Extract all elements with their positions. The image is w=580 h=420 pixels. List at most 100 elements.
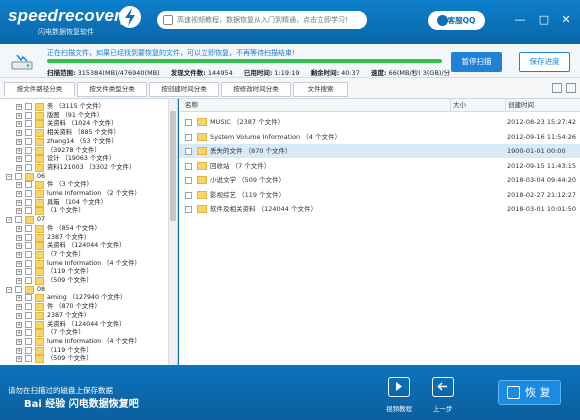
column-created[interactable]: 创建时间	[505, 99, 534, 112]
tree-checkbox[interactable]	[15, 216, 22, 224]
tree-checkbox[interactable]	[25, 259, 32, 267]
column-name[interactable]: 名称	[179, 99, 198, 112]
tree-checkbox[interactable]	[25, 111, 32, 119]
tree-checkbox[interactable]	[25, 146, 32, 154]
speed-value: 66(MB/秒) 3(GB)/分	[388, 69, 451, 77]
file-row[interactable]: 回收站 （7 个文件） 2012-09-15 11:43:15	[179, 159, 580, 173]
expand-toggle-icon[interactable]: +	[16, 347, 22, 354]
expand-toggle-icon[interactable]: −	[6, 286, 12, 293]
expand-toggle-icon[interactable]: +	[16, 147, 22, 154]
tree-checkbox[interactable]	[25, 129, 32, 137]
expand-toggle-icon[interactable]: +	[16, 191, 22, 197]
tree-checkbox[interactable]	[25, 207, 32, 215]
customer-service-qq-button[interactable]: 客服QQ	[428, 11, 485, 30]
expand-toggle-icon[interactable]: +	[16, 356, 22, 363]
file-row[interactable]: System Volume Information （4 个文件） 2012-09…	[179, 130, 580, 144]
restore-button[interactable]: 恢 复	[498, 380, 561, 405]
tree-checkbox[interactable]	[25, 198, 32, 206]
expand-toggle-icon[interactable]: +	[16, 138, 22, 145]
expand-toggle-icon[interactable]: +	[16, 112, 22, 119]
tree-scrollbar-thumb[interactable]	[170, 111, 176, 221]
expand-toggle-icon[interactable]: +	[16, 304, 22, 311]
expand-toggle-icon[interactable]: +	[16, 260, 22, 267]
expand-toggle-icon[interactable]: +	[16, 182, 22, 189]
icon-view-icon[interactable]	[552, 83, 562, 93]
tree-checkbox[interactable]	[25, 277, 32, 284]
tree-checkbox[interactable]	[25, 303, 32, 311]
file-checkbox[interactable]	[185, 119, 192, 126]
expand-toggle-icon[interactable]: +	[16, 164, 22, 171]
file-checkbox[interactable]	[185, 191, 192, 199]
tab-by-created-time[interactable]: 按创建时间分类	[149, 82, 219, 97]
save-progress-button[interactable]: 保存进度	[519, 52, 570, 72]
file-checkbox[interactable]	[185, 177, 192, 184]
maximize-button[interactable]: □	[538, 14, 550, 25]
tree-checkbox[interactable]	[25, 346, 32, 354]
expand-toggle-icon[interactable]: −	[6, 217, 12, 224]
expand-toggle-icon[interactable]: +	[16, 104, 22, 110]
tree-checkbox[interactable]	[25, 233, 32, 241]
file-checkbox[interactable]	[185, 162, 192, 170]
close-button[interactable]: ✕	[560, 14, 572, 25]
tree-checkbox[interactable]	[25, 355, 32, 363]
tree-checkbox[interactable]	[25, 294, 32, 302]
expand-toggle-icon[interactable]: +	[16, 121, 22, 128]
tree-checkbox[interactable]	[15, 172, 22, 180]
tree-checkbox[interactable]	[25, 190, 32, 197]
tab-by-modified-time[interactable]: 按修改时间分类	[221, 82, 291, 97]
tree-checkbox[interactable]	[25, 181, 32, 189]
file-checkbox[interactable]	[185, 148, 192, 155]
tree-checkbox[interactable]	[25, 268, 32, 276]
file-row[interactable]: 丢失的文件 （870 个文件） 1900-01-01 00:00	[179, 144, 580, 158]
expand-toggle-icon[interactable]: +	[16, 130, 22, 137]
tree-checkbox[interactable]	[25, 320, 32, 328]
folder-icon	[197, 132, 207, 141]
column-size[interactable]: 大小	[450, 99, 466, 112]
expand-toggle-icon[interactable]: +	[16, 312, 22, 319]
expand-toggle-icon[interactable]: +	[16, 269, 22, 276]
tab-by-path[interactable]: 按文件路径分类	[4, 82, 75, 97]
tree-checkbox[interactable]	[25, 163, 32, 171]
file-checkbox[interactable]	[185, 206, 192, 213]
expand-toggle-icon[interactable]: +	[16, 234, 22, 241]
tree-checkbox[interactable]	[25, 103, 32, 110]
list-view-icon[interactable]	[566, 83, 576, 93]
expand-toggle-icon[interactable]: +	[16, 330, 22, 337]
expand-toggle-icon[interactable]: +	[16, 199, 22, 206]
file-row[interactable]: 影视综艺 （119 个文件） 2018-02-27 21:12:27	[179, 188, 580, 202]
tree-checkbox[interactable]	[25, 224, 32, 232]
tree-checkbox[interactable]	[25, 242, 32, 250]
file-row[interactable]: 小说文学 （509 个文件） 2018-03-04 09:44:20	[179, 173, 580, 187]
video-tutorial-button[interactable]	[388, 377, 410, 397]
expand-toggle-icon[interactable]: +	[16, 338, 22, 345]
tree-checkbox[interactable]	[25, 337, 32, 345]
tree-checkbox[interactable]	[25, 120, 32, 128]
pause-scan-button[interactable]: 暂停扫描	[451, 52, 502, 72]
tree-checkbox[interactable]	[25, 137, 32, 145]
expand-toggle-icon[interactable]: +	[16, 278, 22, 284]
tree-checkbox[interactable]	[15, 285, 22, 293]
expand-toggle-icon[interactable]: +	[16, 156, 22, 163]
tree-scrollbar[interactable]	[168, 99, 177, 365]
file-row[interactable]: 软件及相关资料 （124044 个文件） 2018-03-01 10:01:50	[179, 202, 580, 216]
tree-row[interactable]: + （509 个文件）	[0, 354, 168, 364]
back-button[interactable]	[432, 377, 454, 397]
expand-toggle-icon[interactable]: +	[16, 208, 22, 215]
tab-file-search[interactable]: 文件搜索	[293, 82, 348, 97]
tree-checkbox[interactable]	[25, 155, 32, 163]
tree-checkbox[interactable]	[25, 250, 32, 258]
file-checkbox[interactable]	[185, 133, 192, 141]
expand-toggle-icon[interactable]: +	[16, 321, 22, 328]
tree-checkbox[interactable]	[25, 311, 32, 319]
expand-toggle-icon[interactable]: +	[16, 225, 22, 232]
expand-toggle-icon[interactable]: +	[16, 295, 22, 302]
expand-toggle-icon[interactable]: +	[16, 251, 22, 258]
file-row[interactable]: MUSIC （2387 个文件） 2012-08-23 15:27:42	[179, 115, 580, 129]
expand-toggle-icon[interactable]: −	[6, 173, 12, 180]
tree-checkbox[interactable]	[25, 329, 32, 337]
notice-bar[interactable]: 高速视频教程，数据恢复从入门到精通，点击立即学习!	[157, 11, 367, 29]
notice-text[interactable]: 高速视频教程，数据恢复从入门到精通，点击立即学习!	[177, 16, 348, 24]
tab-by-type[interactable]: 按文件类型分类	[77, 82, 147, 97]
minimize-button[interactable]: —	[514, 14, 526, 25]
expand-toggle-icon[interactable]: +	[16, 243, 22, 250]
